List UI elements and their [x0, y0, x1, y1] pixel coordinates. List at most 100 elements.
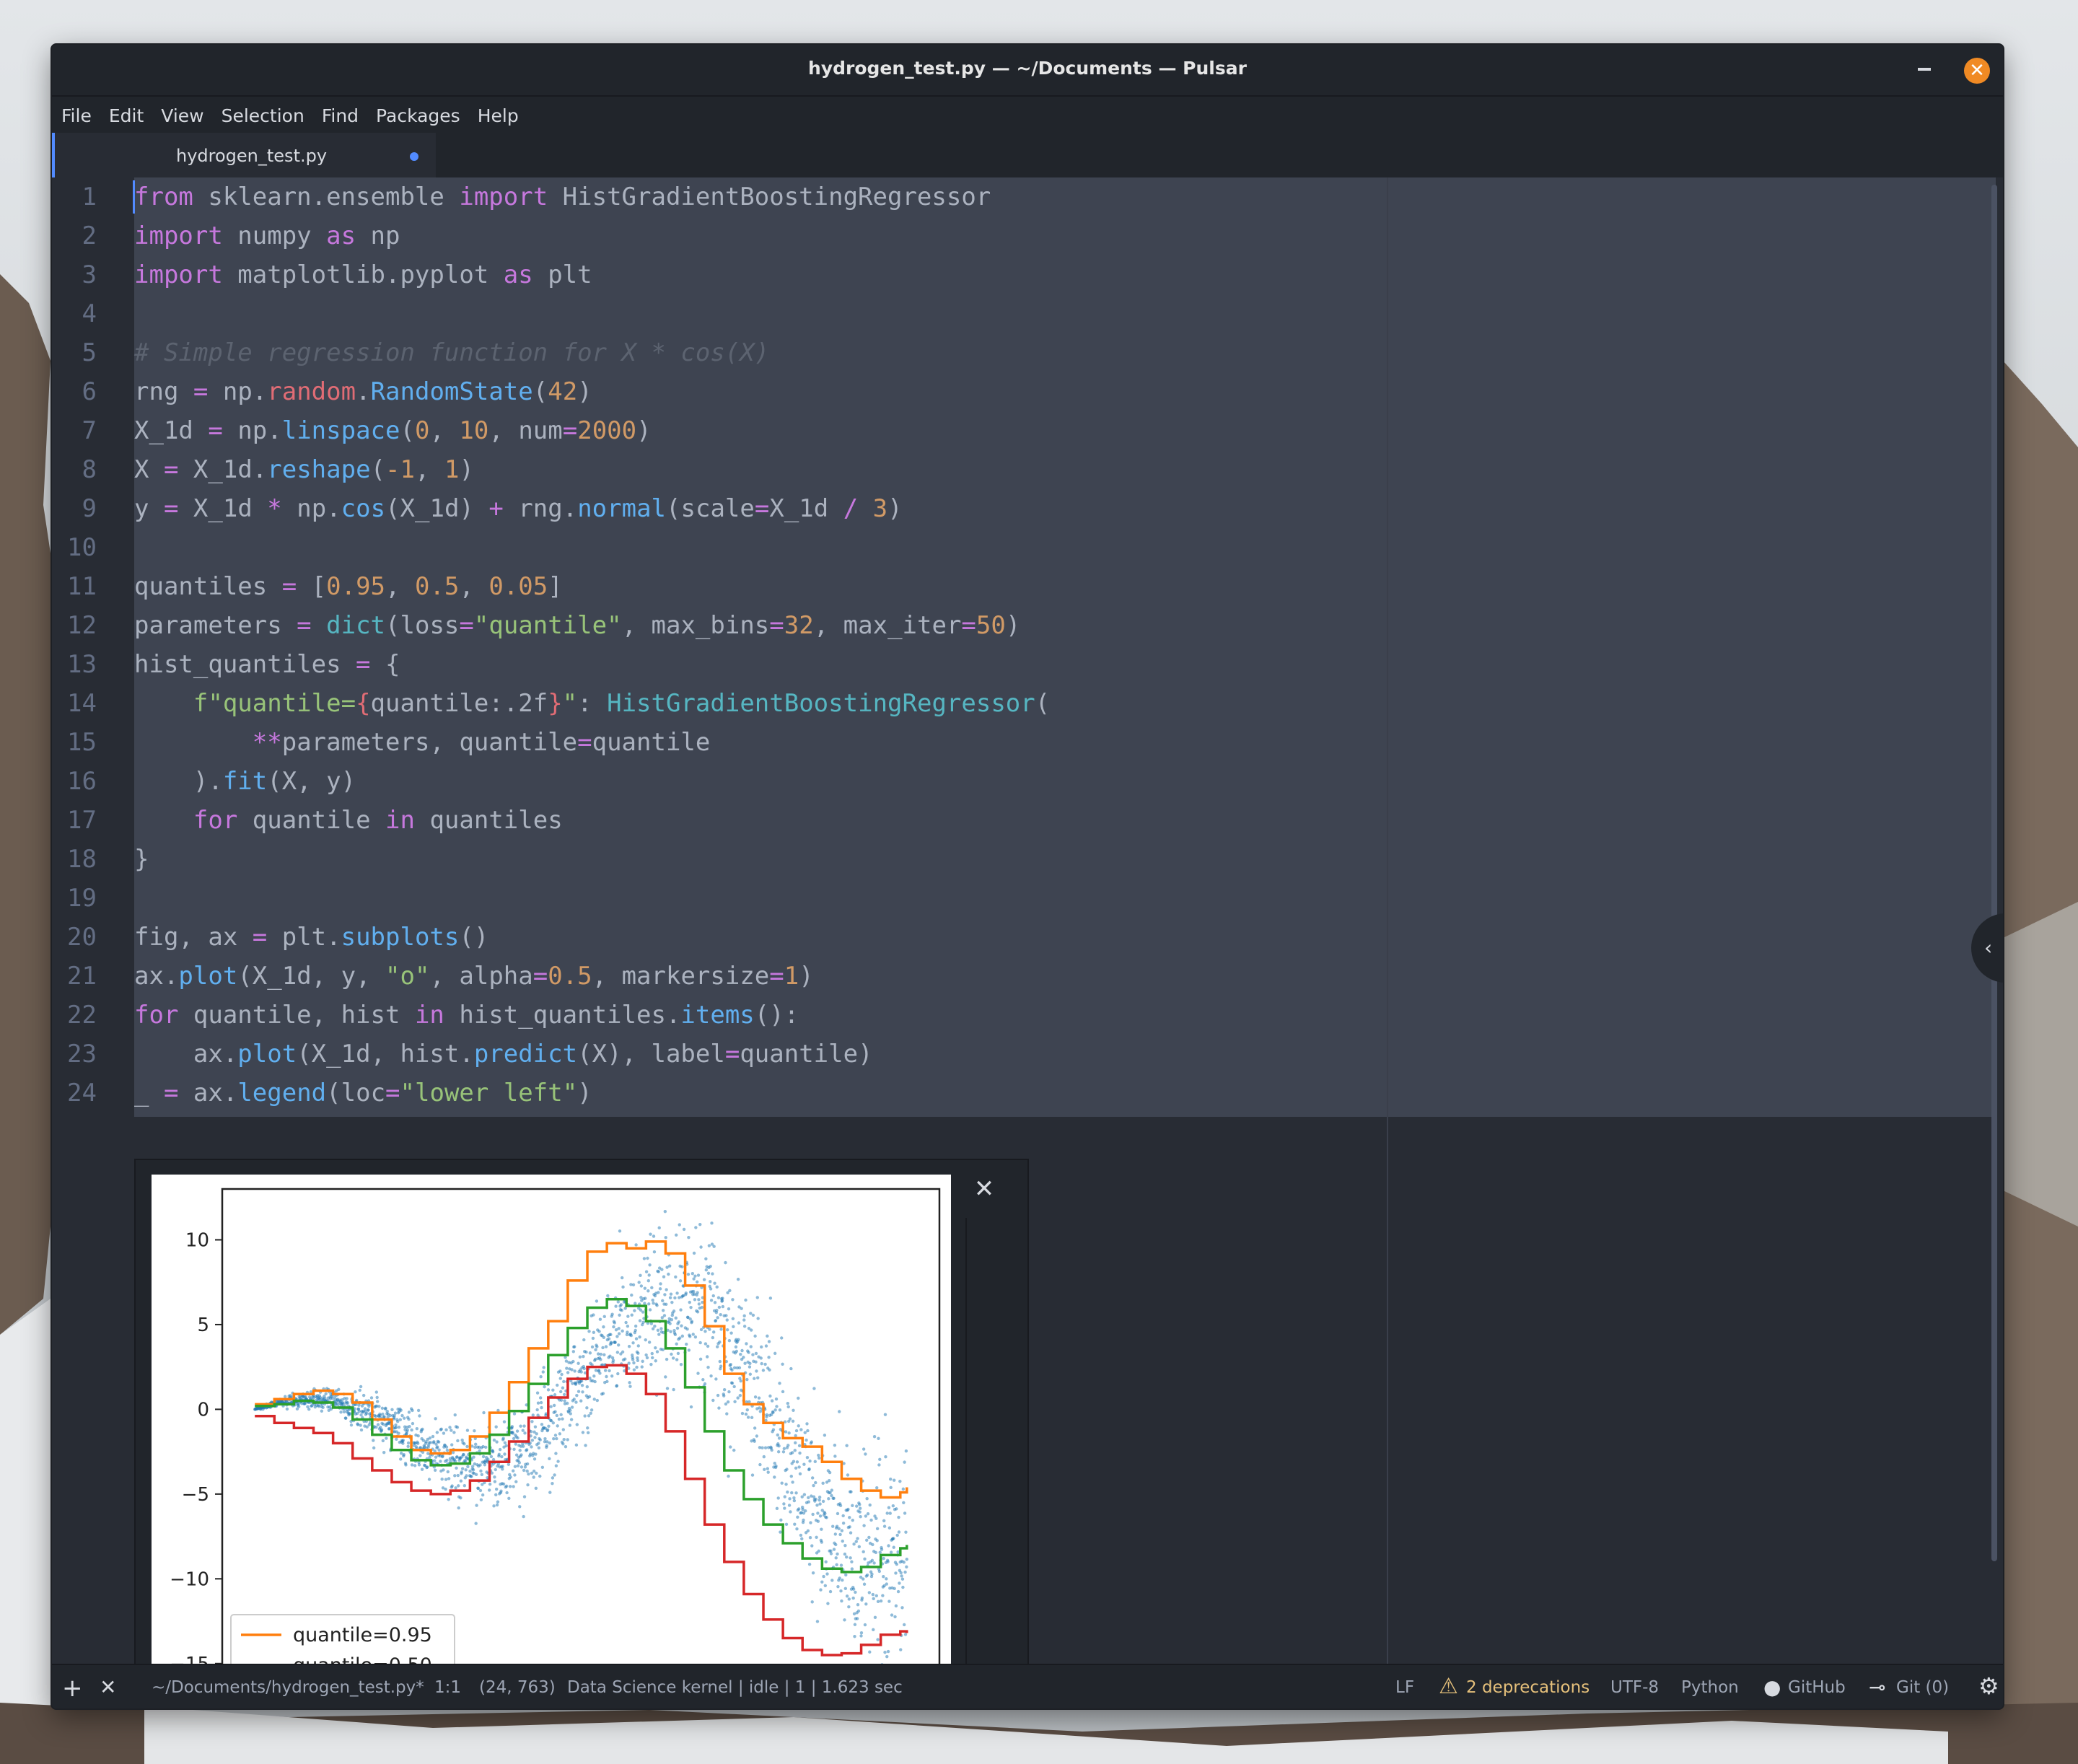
grammar[interactable]: Python [1681, 1678, 1739, 1697]
scatter-point [416, 1434, 420, 1438]
scatter-point [478, 1463, 482, 1467]
add-icon[interactable]: + [62, 1674, 83, 1703]
scatter-point [677, 1320, 681, 1324]
line-number: 22 [67, 1001, 97, 1030]
code-line[interactable]: # Simple regression function for X * cos… [134, 333, 769, 372]
scatter-point [676, 1351, 680, 1356]
scatter-point [845, 1594, 849, 1598]
code-line[interactable]: hist_quantiles = { [134, 645, 400, 684]
scatter-point [665, 1357, 669, 1361]
code-token: ( [532, 377, 548, 406]
scatter-point [342, 1410, 346, 1414]
scatter-point [894, 1571, 898, 1575]
git-button[interactable]: Git (0) [1896, 1678, 1949, 1697]
scatter-point [793, 1522, 797, 1526]
menu-file[interactable]: File [52, 97, 100, 133]
code-line[interactable]: f"quantile={quantile:.2f}": HistGradient… [134, 684, 1050, 723]
kernel-status[interactable]: Data Science kernel | idle | 1 | 1.623 s… [567, 1678, 903, 1697]
code-token: (loss [385, 611, 460, 640]
scatter-point [381, 1412, 385, 1416]
code-line[interactable]: rng = np.random.RandomState(42) [134, 372, 592, 411]
close-window-button[interactable]: ✕ [1964, 58, 1990, 84]
menu-selection[interactable]: Selection [212, 97, 312, 133]
code-token: y [134, 494, 164, 523]
menu-edit[interactable]: Edit [100, 97, 152, 133]
cursor-position[interactable]: 1:1 [434, 1678, 461, 1697]
scatter-point [824, 1560, 828, 1563]
code-line[interactable]: X_1d = np.linspace(0, 10, num=2000) [134, 411, 652, 450]
scatter-point [644, 1353, 648, 1357]
modified-indicator-icon[interactable] [410, 152, 418, 161]
scatter-point [802, 1518, 805, 1522]
github-button[interactable]: GitHub [1788, 1678, 1846, 1697]
legend-label: quantile=0.95 [293, 1624, 432, 1646]
code-line[interactable]: ax.plot(X_1d, hist.predict(X), label=qua… [134, 1035, 873, 1074]
scatter-point [471, 1468, 475, 1472]
scatter-point [605, 1374, 608, 1379]
code-line[interactable]: fig, ax = plt.subplots() [134, 918, 488, 957]
scatter-point [766, 1467, 769, 1470]
code-line[interactable]: quantiles = [0.95, 0.5, 0.05] [134, 567, 563, 606]
code-line[interactable]: for quantile, hist in hist_quantiles.ite… [134, 996, 799, 1035]
code-token: quantiles [414, 806, 563, 835]
scatter-point [742, 1318, 746, 1322]
menu-view[interactable]: View [152, 97, 211, 133]
scatter-point [679, 1363, 683, 1366]
scatter-point [359, 1423, 362, 1427]
file-path[interactable]: ~/Documents/hydrogen_test.py* [152, 1678, 424, 1697]
menu-find[interactable]: Find [312, 97, 367, 133]
code-line[interactable]: parameters = dict(loss="quantile", max_b… [134, 606, 1020, 645]
scatter-point [791, 1419, 795, 1423]
code-token: ) [459, 455, 474, 484]
scatter-point [749, 1312, 753, 1315]
code-line[interactable]: import numpy as np [134, 216, 400, 255]
code-token: , [459, 572, 489, 601]
code-line[interactable]: **parameters, quantile=quantile [134, 723, 711, 762]
scatter-point [892, 1545, 895, 1549]
scatter-point [685, 1342, 688, 1346]
deprecations-link[interactable]: 2 deprecations [1466, 1678, 1590, 1697]
scatter-point [722, 1388, 727, 1392]
code-line[interactable]: X = X_1d.reshape(-1, 1) [134, 450, 474, 489]
code-token: = [459, 611, 474, 640]
scatter-point [643, 1286, 647, 1290]
scatter-point [420, 1467, 424, 1471]
minimize-button[interactable] [1918, 68, 1931, 71]
vertical-scrollbar[interactable] [1991, 185, 1997, 1561]
scatter-point [618, 1229, 622, 1233]
scatter-point [617, 1332, 621, 1335]
scatter-point [374, 1390, 378, 1394]
code-line[interactable]: ).fit(X, y) [134, 762, 356, 801]
scatter-point [882, 1519, 886, 1523]
scatter-point [511, 1431, 514, 1435]
settings-gear-icon[interactable]: ⚙ [1978, 1672, 1999, 1700]
close-icon[interactable]: ✕ [100, 1675, 116, 1699]
menu-help[interactable]: Help [468, 97, 527, 133]
close-result-icon[interactable]: ✕ [970, 1175, 999, 1203]
code-line[interactable]: _ = ax.legend(loc="lower left") [134, 1074, 592, 1113]
code-token: , markersize [592, 962, 770, 991]
line-ending[interactable]: LF [1395, 1678, 1414, 1697]
code-line[interactable]: ax.plot(X_1d, y, "o", alpha=0.5, markers… [134, 957, 814, 996]
menu-packages[interactable]: Packages [367, 97, 468, 133]
code-editor[interactable]: 1 2 3 4 5 6 7 8 9 10 11 12 13 14 15 16 17 18 19 20 21 22 23 24 … [52, 177, 2003, 1708]
scatter-point [637, 1281, 641, 1284]
scatter-point [726, 1400, 730, 1404]
encoding[interactable]: UTF-8 [1610, 1678, 1659, 1697]
code-token: 1 [784, 962, 799, 991]
scatter-point [763, 1446, 768, 1449]
code-line[interactable]: y = X_1d * np.cos(X_1d) + rng.normal(sca… [134, 489, 903, 528]
code-line[interactable]: from sklearn.ensemble import HistGradien… [134, 177, 991, 216]
scatter-point [562, 1379, 566, 1384]
code-line[interactable]: for quantile in quantiles [134, 801, 563, 840]
code-token: quantile [592, 728, 711, 757]
scatter-point [513, 1473, 517, 1477]
scatter-point [575, 1423, 579, 1426]
scatter-point [688, 1335, 692, 1338]
scatter-point [639, 1284, 644, 1288]
scatter-point [851, 1504, 854, 1507]
tab-hydrogen-test[interactable]: hydrogen_test.py [52, 133, 436, 177]
code-line[interactable]: import matplotlib.pyplot as plt [134, 255, 592, 294]
selection-count[interactable]: (24, 763) [479, 1678, 556, 1697]
code-line[interactable]: } [134, 840, 149, 879]
